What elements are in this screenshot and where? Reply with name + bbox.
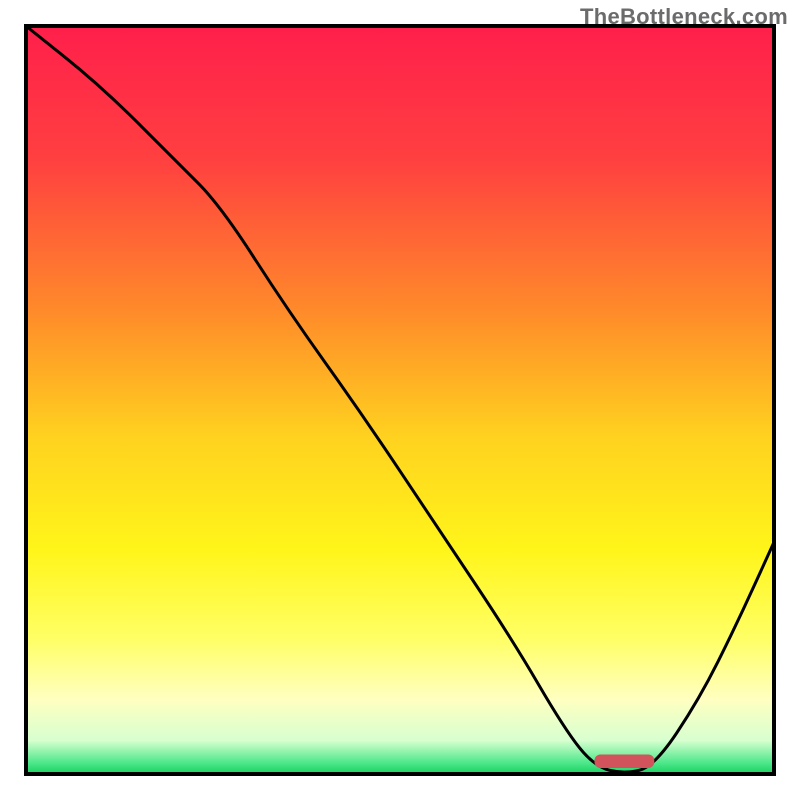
chart-container: TheBottleneck.com — [0, 0, 800, 800]
bottleneck-chart — [0, 0, 800, 800]
optimal-indicator — [594, 755, 654, 768]
watermark-text: TheBottleneck.com — [580, 4, 788, 30]
plot-background — [26, 26, 774, 774]
